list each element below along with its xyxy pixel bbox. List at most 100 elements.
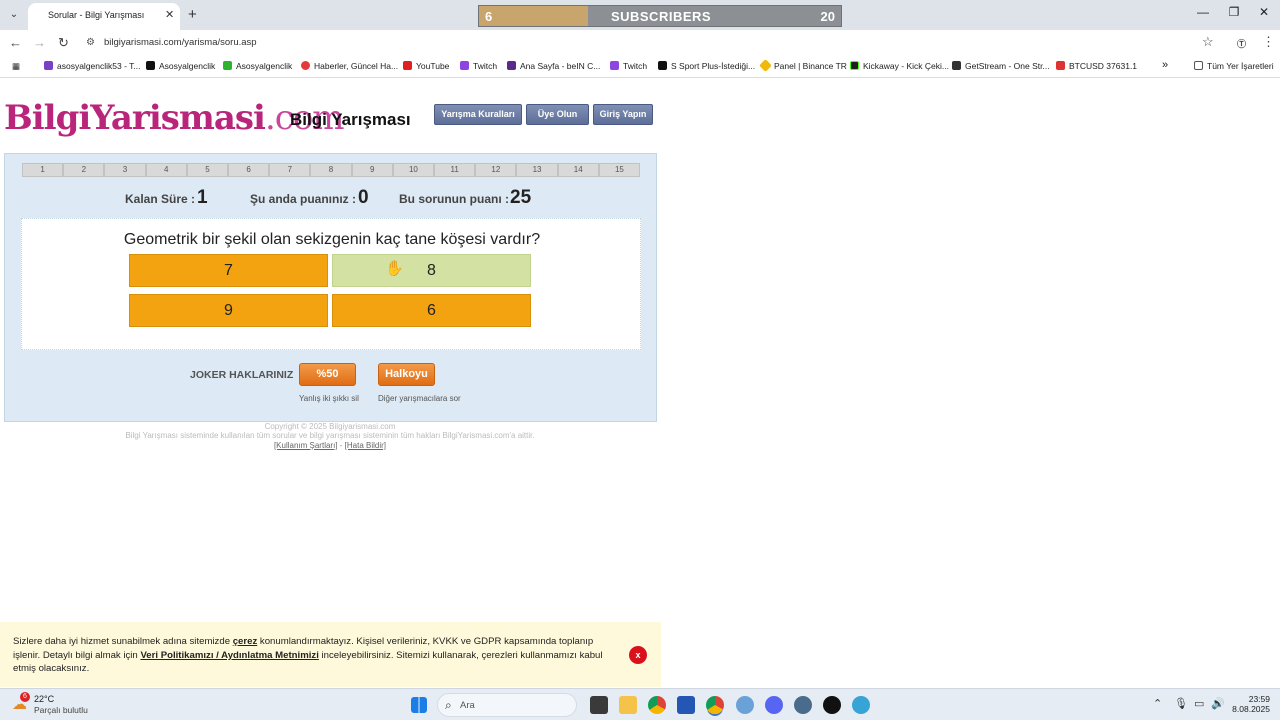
reload-icon[interactable]: ↻: [58, 35, 69, 51]
bookmarks-bar: ▦ asosyalgenclik53 - T... Asosyalgenclik…: [0, 56, 1280, 78]
bookmark-item[interactable]: BTCUSD 37631.1: [1056, 61, 1137, 71]
bookmark-item[interactable]: Haberler, Güncel Ha...: [301, 61, 398, 71]
translate-icon[interactable]: Ⓣ: [1237, 37, 1246, 50]
question-number: 11: [434, 163, 476, 177]
active-tab[interactable]: Sorular - Bilgi Yarışması ✕: [28, 3, 180, 30]
taskbar-search-placeholder: Ara: [460, 700, 475, 711]
tab-title: Sorular - Bilgi Yarışması: [48, 10, 145, 20]
bookmark-item[interactable]: Asosyalgenclik: [146, 61, 215, 71]
terms-link[interactable]: [Kullanım Şartları]: [274, 441, 338, 450]
bookmark-item[interactable]: Twitch: [460, 61, 497, 71]
new-tab-icon[interactable]: +: [188, 6, 197, 23]
question-number: 7: [269, 163, 311, 177]
question-number: 8: [310, 163, 352, 177]
weather-description[interactable]: Parçalı bulutlu: [34, 705, 88, 715]
subscriber-goal-overlay: 6 SUBSCRIBERS 20: [478, 5, 842, 27]
privacy-policy-link[interactable]: Veri Politikamızı / Aydınlatma Metnimizi: [140, 650, 318, 661]
notification-badge: 6: [20, 692, 30, 702]
joker-label: JOKER HAKLARINIZ: [190, 369, 294, 381]
terminal-icon[interactable]: [590, 696, 608, 714]
question-number: 2: [63, 163, 105, 177]
discord-icon[interactable]: [765, 696, 783, 714]
answer-option-c[interactable]: 9: [129, 294, 328, 327]
apps-icon[interactable]: ▦: [12, 61, 20, 72]
store-icon[interactable]: [677, 696, 695, 714]
question-number: 1: [22, 163, 64, 177]
register-button[interactable]: Üye Olun: [526, 104, 589, 125]
answer-option-d[interactable]: 6: [332, 294, 531, 327]
current-score-value: 0: [358, 187, 369, 208]
close-window-icon[interactable]: ✕: [1252, 5, 1276, 19]
answer-option-a[interactable]: 7: [129, 254, 328, 287]
bookmark-item[interactable]: Panel | Binance TR: [759, 59, 847, 72]
forward-icon[interactable]: →: [33, 35, 46, 50]
bookmark-item[interactable]: S Sport Plus-İstediği...: [658, 61, 755, 71]
restore-icon[interactable]: ❐: [1222, 5, 1246, 19]
report-link[interactable]: [Hata Bildir]: [345, 441, 386, 450]
joker-audience-button[interactable]: Halkoyu: [378, 363, 435, 386]
joker-audience-caption: Diğer yarışmacılara sor: [378, 394, 461, 403]
hand-cursor-icon: ✋: [385, 260, 404, 277]
tab-search-icon[interactable]: ⌄: [6, 7, 22, 23]
volume-icon[interactable]: 🔊: [1211, 697, 1225, 710]
bookmark-item[interactable]: YouTube: [403, 61, 449, 71]
joker-fifty-button[interactable]: %50: [299, 363, 356, 386]
url-field[interactable]: bilgiyarismasi.com/yarisma/soru.asp: [104, 37, 257, 48]
network-icon[interactable]: ▭: [1194, 697, 1204, 710]
quiz-stats: Kalan Süre : 1 Şu anda puanınız : 0 Bu s…: [5, 186, 658, 212]
taskbar-search[interactable]: ⌕ Ara: [437, 693, 577, 717]
back-icon[interactable]: ←: [9, 35, 22, 50]
question-number: 13: [516, 163, 558, 177]
bookmark-item[interactable]: GetStream - One Str...: [952, 61, 1050, 71]
clock-time: 23:59: [1248, 694, 1270, 704]
bookmark-item[interactable]: Kickaway - Kick Çeki...: [850, 61, 949, 71]
app-icon[interactable]: [852, 696, 870, 714]
question-number: 4: [145, 163, 187, 177]
cookie-banner: Sizlere daha iyi hizmet sunabilmek adına…: [0, 622, 661, 687]
bookmark-item[interactable]: asosyalgenclik53 - T...: [44, 61, 140, 71]
settings-app-icon[interactable]: [736, 696, 754, 714]
question-number: 6: [228, 163, 270, 177]
question-number: 15: [598, 163, 641, 177]
search-icon: ⌕: [445, 698, 452, 712]
remaining-time-value: 1: [197, 187, 208, 208]
bookmarks-overflow-icon[interactable]: »: [1162, 59, 1168, 71]
rules-button[interactable]: Yarışma Kuralları: [434, 104, 522, 125]
footer-copyright: Copyright © 2025 Bilgiyarismasi.com: [264, 422, 396, 431]
question-number-bar: 1 2 3 4 5 6 7 8 9 10 11 12 13 14 15: [22, 163, 641, 177]
bookmark-star-icon[interactable]: ☆: [1202, 34, 1214, 50]
footer-links: [Kullanım Şartları] - [Hata Bildir]: [0, 441, 660, 450]
microphone-icon[interactable]: 🎙: [1174, 697, 1188, 710]
weather-temp[interactable]: 22°C: [34, 694, 54, 704]
clock-date: 8.08.2025: [1232, 704, 1270, 714]
footer-separator: -: [339, 441, 343, 450]
answer-option-b[interactable]: 8: [332, 254, 531, 287]
windows-taskbar: ☁ 6 22°C Parçalı bulutlu ⌕ Ara ⌃ 🎙 ▭ 🔊 2…: [0, 688, 1280, 720]
gear-icon[interactable]: [794, 696, 812, 714]
file-explorer-icon[interactable]: [619, 696, 637, 714]
site-info-icon[interactable]: ⚙: [86, 37, 98, 49]
tray-chevron-icon[interactable]: ⌃: [1153, 697, 1162, 710]
chrome-active-icon[interactable]: [706, 696, 724, 714]
start-icon[interactable]: [411, 697, 427, 713]
question-number: 10: [392, 163, 435, 177]
menu-icon[interactable]: ⋮: [1262, 34, 1275, 50]
tab-close-icon[interactable]: ✕: [165, 8, 174, 21]
subscriber-label: SUBSCRIBERS: [610, 9, 712, 24]
address-bar: ← → ↻ ⚙ bilgiyarismasi.com/yarisma/soru.…: [0, 30, 1280, 56]
login-button[interactable]: Giriş Yapın: [593, 104, 653, 125]
subscriber-goal-count: 20: [820, 9, 835, 24]
bookmark-item[interactable]: Twitch: [610, 61, 647, 71]
question-number: 5: [186, 163, 229, 177]
obs-icon[interactable]: [823, 696, 841, 714]
question-number: 12: [475, 163, 517, 177]
minimize-icon[interactable]: —: [1191, 5, 1215, 19]
bookmark-item[interactable]: Ana Sayfa - beIN C...: [507, 61, 600, 71]
system-clock[interactable]: 23:59 8.08.2025: [1232, 694, 1270, 714]
all-bookmarks-folder[interactable]: Tüm Yer İşaretleri: [1194, 61, 1274, 71]
bookmark-item[interactable]: Asosyalgenclik: [223, 61, 292, 71]
chrome-icon[interactable]: [648, 696, 666, 714]
cookie-link[interactable]: çerez: [233, 636, 258, 647]
cookie-close-button[interactable]: x: [629, 646, 647, 664]
remaining-time-label: Kalan Süre :: [125, 192, 196, 206]
